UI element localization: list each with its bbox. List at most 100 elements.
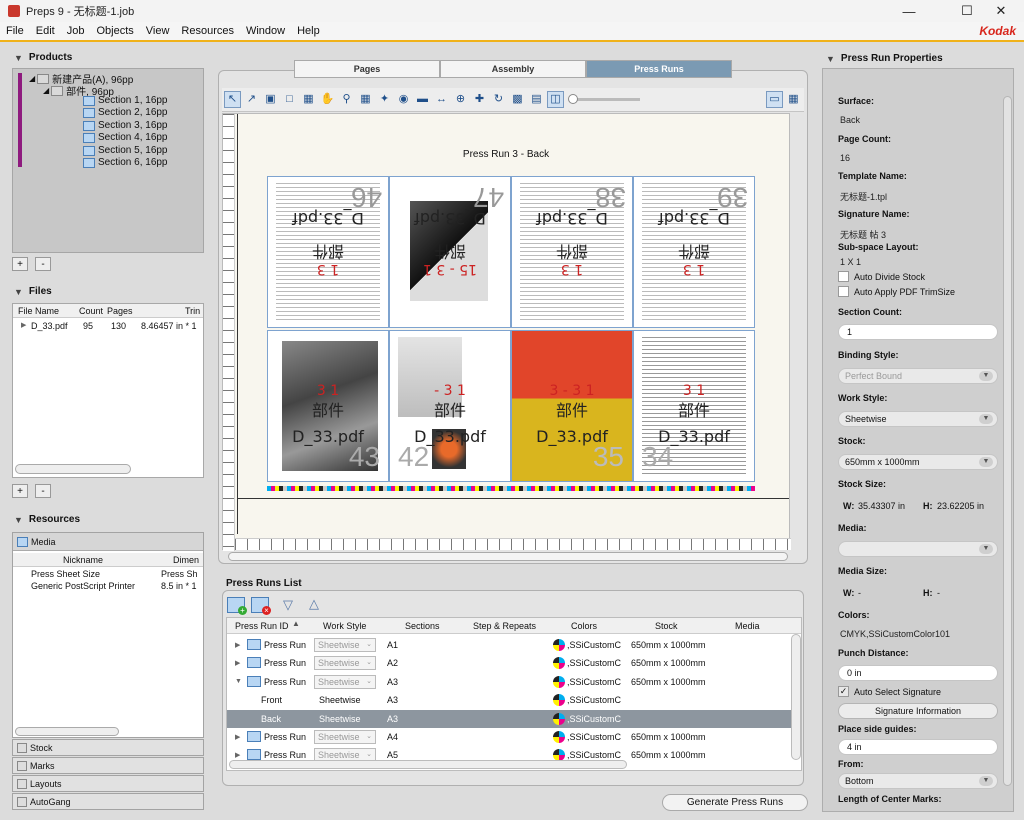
table-row[interactable]: ▶ Press Run Sheetwise ⌄ A4 ,SSiCustomC 650mm x… xyxy=(227,728,801,746)
crosshair-icon[interactable]: ⊕ xyxy=(452,91,469,108)
stock-dropdown[interactable]: 650mm x 1000mm ▼ xyxy=(838,454,998,470)
canvas-scrollbar[interactable] xyxy=(228,552,788,561)
work-style-dropdown[interactable]: Sheetwise ⌄ xyxy=(314,730,376,744)
magic-icon[interactable]: ✦ xyxy=(376,91,393,108)
tree-item-section-2[interactable]: Section 2, 16pp xyxy=(83,107,168,118)
menu-edit[interactable]: Edit xyxy=(30,25,61,37)
eye-icon[interactable]: ◉ xyxy=(395,91,412,108)
marks-tab[interactable]: Marks xyxy=(12,757,204,774)
move-down-icon[interactable]: ▽ xyxy=(283,597,293,613)
imposition-cell-8[interactable]: 3 1 部件 D_33.pdf 34 xyxy=(633,330,755,482)
tree-item-section-5[interactable]: Section 5, 16pp xyxy=(83,145,168,156)
tree-item-section-4[interactable]: Section 4, 16pp xyxy=(83,132,168,143)
table-row[interactable]: ▼ Press Run Sheetwise ⌄ A3 ,SSiCustomC 650mm x… xyxy=(227,673,801,691)
single-view-icon[interactable]: ▭ xyxy=(766,91,783,108)
table-row[interactable]: Front Sheetwise A3 ,SSiCustomC xyxy=(227,691,801,709)
col-trim[interactable]: Trin xyxy=(185,306,200,316)
expand-arrow-icon[interactable]: ▶ xyxy=(235,641,240,649)
remove-product-button[interactable]: - xyxy=(35,257,51,271)
stock-tab[interactable]: Stock xyxy=(12,739,204,756)
media-dropdown[interactable]: ▼ xyxy=(838,541,998,557)
imposition-cell-7[interactable]: 3 - 3 1 部件 D_33.pdf 35 xyxy=(511,330,633,482)
close-button[interactable]: ✕ xyxy=(978,0,1024,22)
multi-view-icon[interactable]: ▦ xyxy=(785,91,802,108)
tab-press-runs[interactable]: Press Runs xyxy=(586,60,732,78)
zoom-slider[interactable] xyxy=(568,94,640,104)
imposition-cell-5[interactable]: 3 1 部件 D_33.pdf 43 xyxy=(267,330,389,482)
tree-item-section-6[interactable]: Section 6, 16pp xyxy=(83,157,168,168)
press-runs-vscroll[interactable] xyxy=(791,634,801,760)
auto-divide-stock-checkbox[interactable]: Auto Divide Stock xyxy=(838,271,925,282)
signature-information-button[interactable]: Signature Information xyxy=(838,703,998,719)
direct-select-icon[interactable]: ↗ xyxy=(243,91,260,108)
imposition-cell-2[interactable]: D_33.pdf 部件 15 - 3 1 47 xyxy=(389,176,511,328)
rotate-icon[interactable]: ↻ xyxy=(490,91,507,108)
tab-assembly[interactable]: Assembly xyxy=(440,60,586,78)
resources-scrollbar[interactable] xyxy=(15,727,119,736)
imposition-cell-1[interactable]: D_33.pdf 部件 1 3 46 xyxy=(267,176,389,328)
move-up-icon[interactable]: △ xyxy=(309,596,319,612)
col-dimensions[interactable]: Dimen xyxy=(173,555,199,565)
table-row[interactable]: Back Sheetwise A3 ,SSiCustomC xyxy=(227,709,801,728)
auto-select-signature-checkbox[interactable]: ✓ Auto Select Signature xyxy=(838,686,941,697)
files-header[interactable]: ▼ Files xyxy=(14,286,52,297)
menu-objects[interactable]: Objects xyxy=(90,25,139,37)
layout-dropdown-icon[interactable]: ▦ xyxy=(357,91,374,108)
menu-window[interactable]: Window xyxy=(240,25,291,37)
properties-scrollbar[interactable] xyxy=(1003,96,1012,786)
remove-file-button[interactable]: - xyxy=(35,484,51,498)
col-colors[interactable]: Colors xyxy=(571,621,597,631)
select-arrow-icon[interactable]: ↖ xyxy=(224,91,241,108)
grid-icon[interactable]: ▩ xyxy=(509,91,526,108)
table-row[interactable]: ▶ Press Run Sheetwise ⌄ A1 ,SSiCustomC 650mm x… xyxy=(227,636,801,654)
press-runs-hscroll[interactable] xyxy=(229,760,627,769)
products-tree[interactable]: ◢ 新建产品(A), 96pp ◢ 部件, 96pp Section 1, 16pp… xyxy=(12,68,204,253)
generate-press-runs-button[interactable]: Generate Press Runs xyxy=(662,794,808,811)
expand-arrow-icon[interactable]: ▶ xyxy=(235,733,240,741)
col-sections[interactable]: Sections xyxy=(405,621,440,631)
files-table[interactable]: File Name Count Pages Trin ▶ D_33.pdf 95… xyxy=(12,303,204,478)
files-scrollbar[interactable] xyxy=(15,464,131,474)
expand-arrow-icon[interactable]: ▼ xyxy=(235,678,242,685)
from-dropdown[interactable]: Bottom ▼ xyxy=(838,773,998,789)
work-style-dropdown[interactable]: Sheetwise ▼ xyxy=(838,411,998,427)
expand-arrow-icon[interactable]: ▶ xyxy=(235,659,240,667)
imposition-cell-3[interactable]: D_33.pdf 部件 1 3 38 xyxy=(511,176,633,328)
col-pages[interactable]: Pages xyxy=(107,306,133,316)
press-runs-table[interactable]: Press Run ID ▲ Work Style Sections Step … xyxy=(226,617,802,771)
menu-help[interactable]: Help xyxy=(291,25,326,37)
products-header[interactable]: ▼ Products xyxy=(14,52,72,63)
side-guides-input[interactable]: 4 in xyxy=(838,739,998,755)
arrange-icon[interactable]: ▤ xyxy=(528,91,545,108)
work-style-dropdown[interactable]: Sheetwise ⌄ xyxy=(314,656,376,671)
zoom-icon[interactable]: ⚲ xyxy=(338,91,355,108)
split-icon[interactable]: ✚ xyxy=(471,91,488,108)
table-row[interactable]: ▶ Press Run Sheetwise ⌄ A2 ,SSiCustomC 650mm x… xyxy=(227,654,801,672)
zoom-slider-thumb[interactable] xyxy=(568,94,578,104)
col-press-run-id[interactable]: Press Run ID xyxy=(235,621,289,631)
page-add-icon[interactable]: ▦ xyxy=(300,91,317,108)
menu-file[interactable]: File xyxy=(0,25,30,37)
crop-icon[interactable]: ▣ xyxy=(262,91,279,108)
delete-press-run-icon[interactable]: × xyxy=(251,597,271,615)
table-row[interactable]: Press Sheet Size Press Sh xyxy=(13,569,203,581)
hand-icon[interactable]: ✋ xyxy=(319,91,336,108)
measure-icon[interactable]: ↔ xyxy=(433,91,450,108)
add-product-button[interactable]: + xyxy=(12,257,28,271)
tab-pages[interactable]: Pages xyxy=(294,60,440,78)
ruler-icon[interactable]: ▬ xyxy=(414,91,431,108)
menu-job[interactable]: Job xyxy=(61,25,91,37)
col-media[interactable]: Media xyxy=(735,621,760,631)
col-work-style[interactable]: Work Style xyxy=(323,621,366,631)
col-stock[interactable]: Stock xyxy=(655,621,678,631)
autogang-tab[interactable]: AutoGang xyxy=(12,793,204,810)
fit-icon[interactable]: ◫ xyxy=(547,91,564,108)
expand-arrow-icon[interactable]: ▶ xyxy=(235,751,240,759)
binding-style-dropdown[interactable]: Perfect Bound ▼ xyxy=(838,368,998,384)
imposition-cell-4[interactable]: D_33.pdf 部件 1 3 39 xyxy=(633,176,755,328)
imposition-cell-6[interactable]: - 3 1 部件 D_33.pdf 42 xyxy=(389,330,511,482)
work-style-dropdown[interactable]: Sheetwise ⌄ xyxy=(314,674,376,689)
tree-item-section-3[interactable]: Section 3, 16pp xyxy=(83,120,168,131)
work-style-dropdown[interactable]: Sheetwise ⌄ xyxy=(314,638,376,652)
media-tab[interactable]: Media xyxy=(13,533,203,551)
